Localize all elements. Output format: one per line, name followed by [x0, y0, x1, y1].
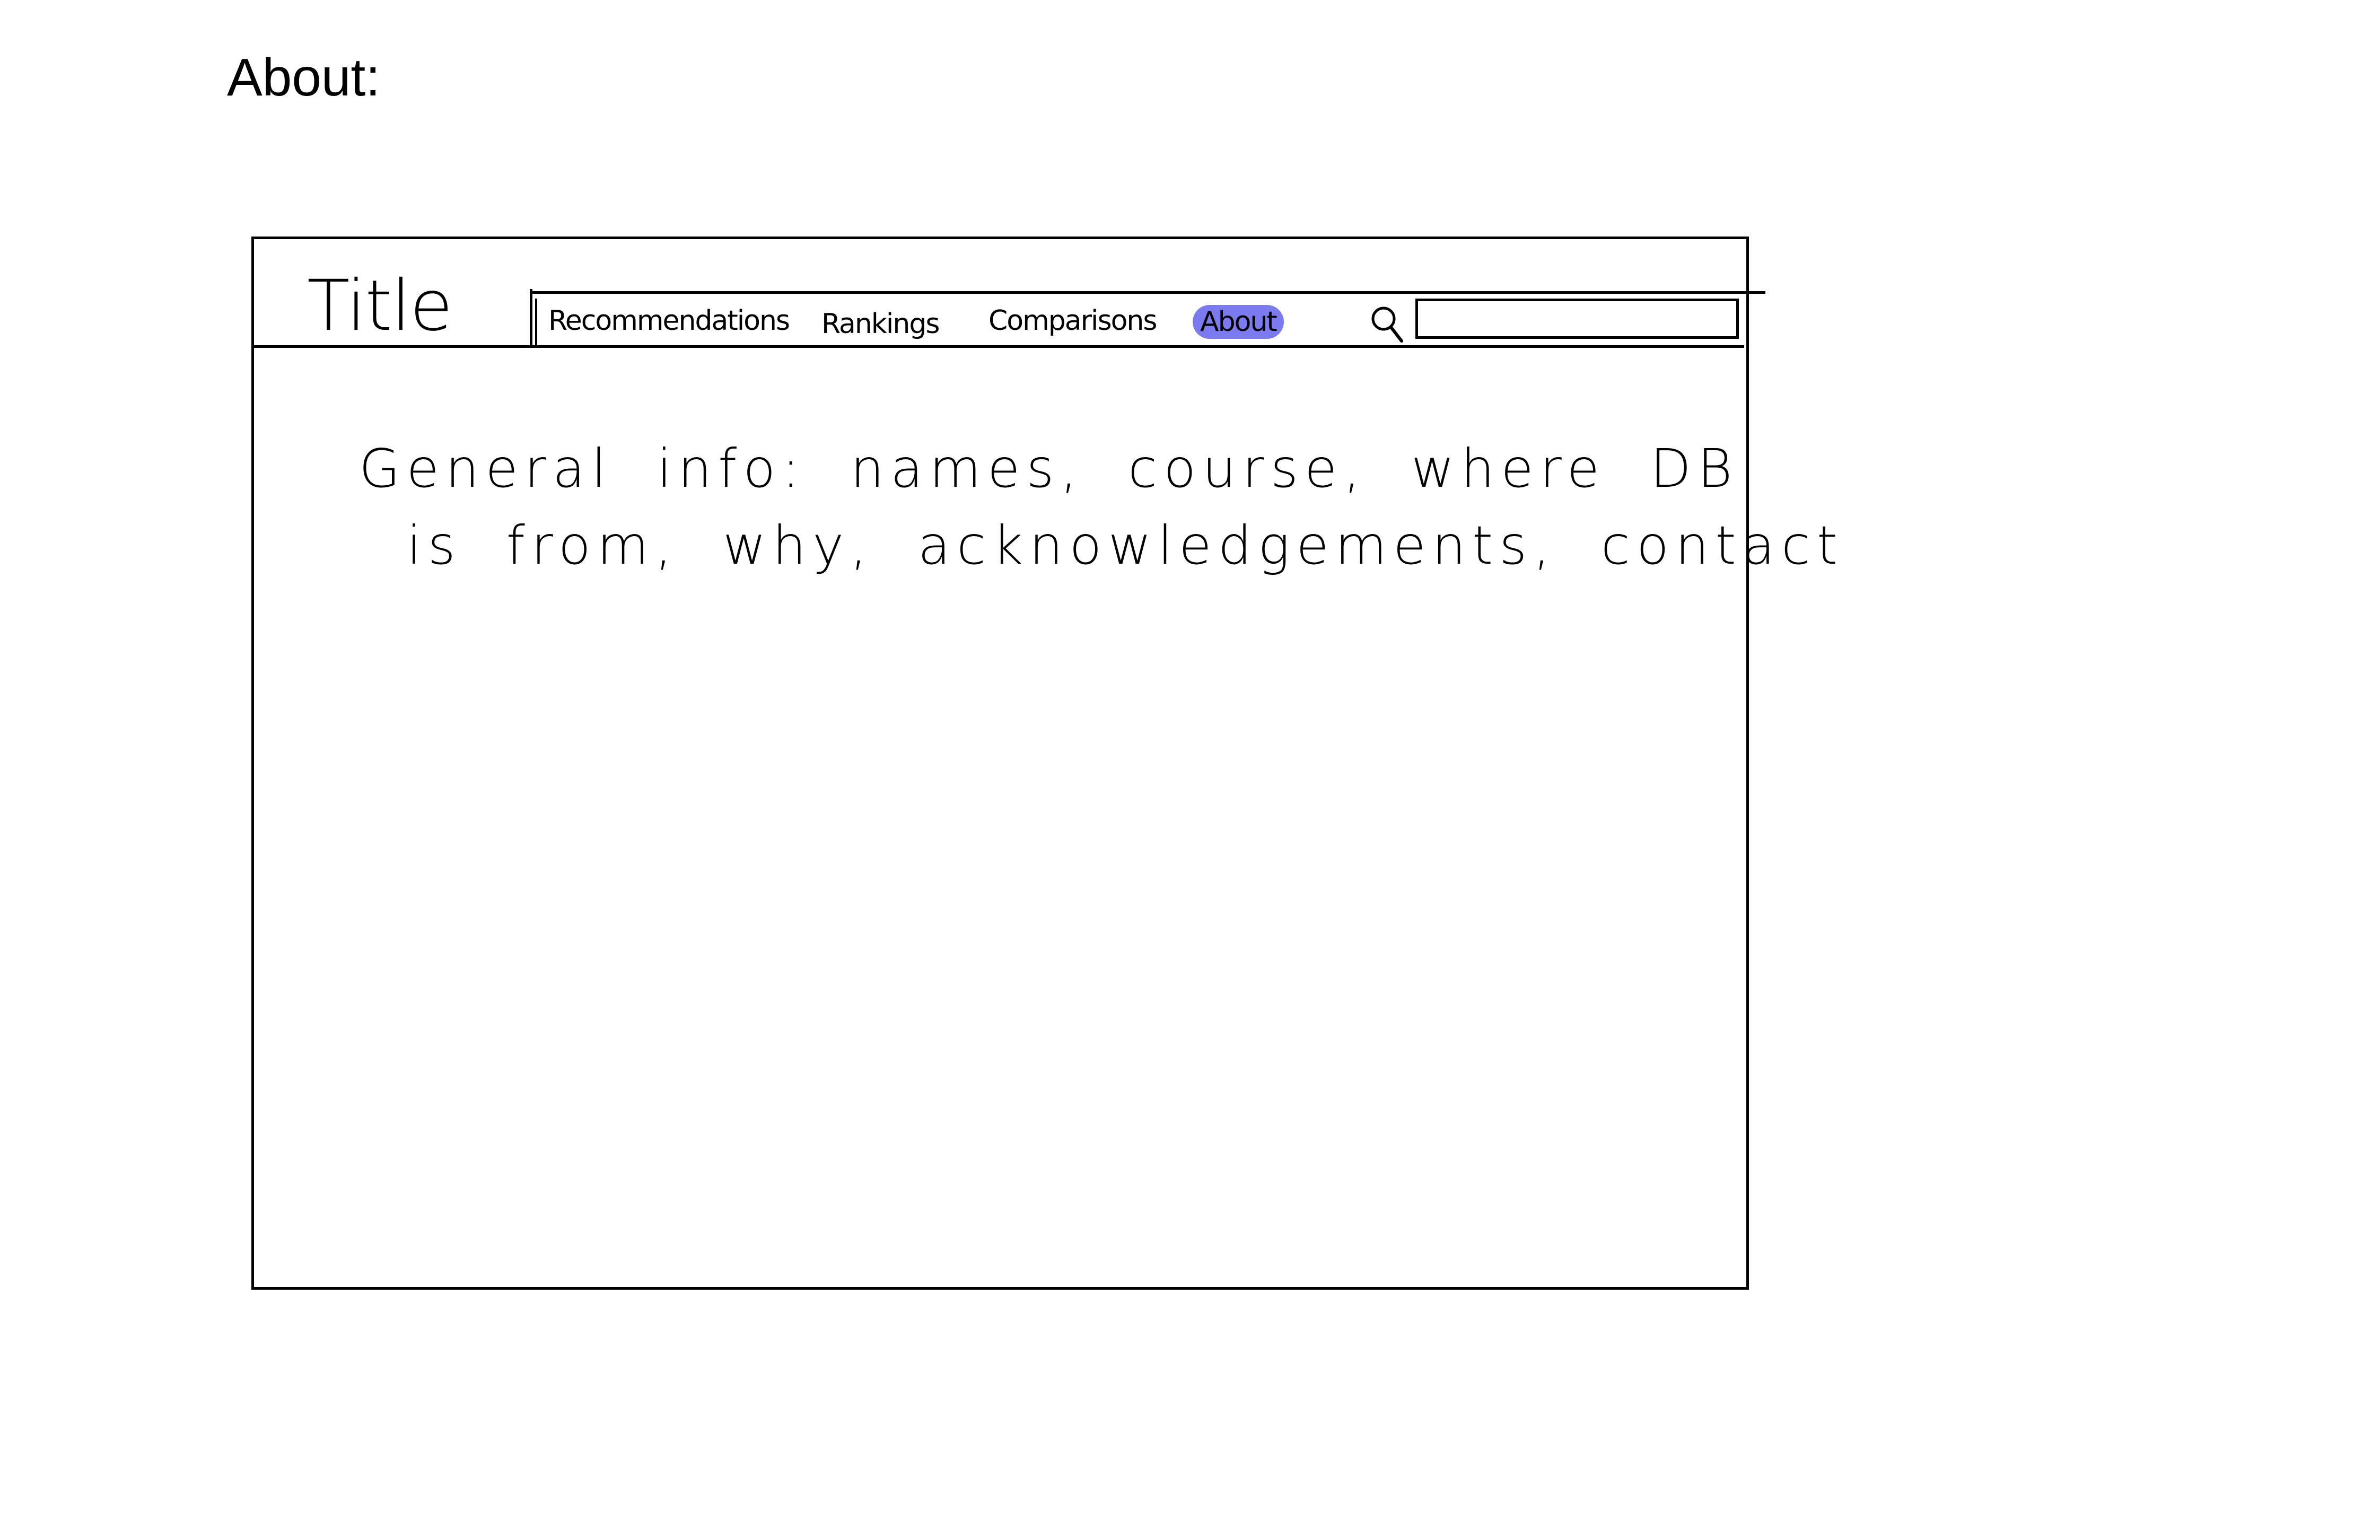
nav-item-comparisons[interactable]: Comparisons — [988, 307, 1157, 335]
nav-item-about[interactable]: About — [1193, 305, 1284, 339]
about-content-line: General info: names, course, where DB — [359, 438, 1739, 500]
about-content-line: is from, why, acknowledgements, contact — [407, 514, 1844, 576]
nav-top-line — [530, 291, 1765, 294]
header-rule — [254, 345, 1744, 348]
search-icon[interactable] — [1368, 303, 1410, 345]
nav-item-recommendations[interactable]: Recommendations — [548, 307, 790, 335]
about-content: General info: names, course, where DB is… — [359, 430, 1844, 584]
nav-divider — [530, 289, 532, 346]
site-title[interactable]: Title — [307, 271, 453, 341]
search-input[interactable] — [1415, 299, 1739, 339]
page-heading: About: — [227, 48, 381, 107]
wireframe-window: Title Recommendations Rankings Compariso… — [251, 237, 1844, 1290]
nav-divider-inner — [535, 299, 537, 345]
nav-item-rankings[interactable]: Rankings — [821, 310, 940, 338]
